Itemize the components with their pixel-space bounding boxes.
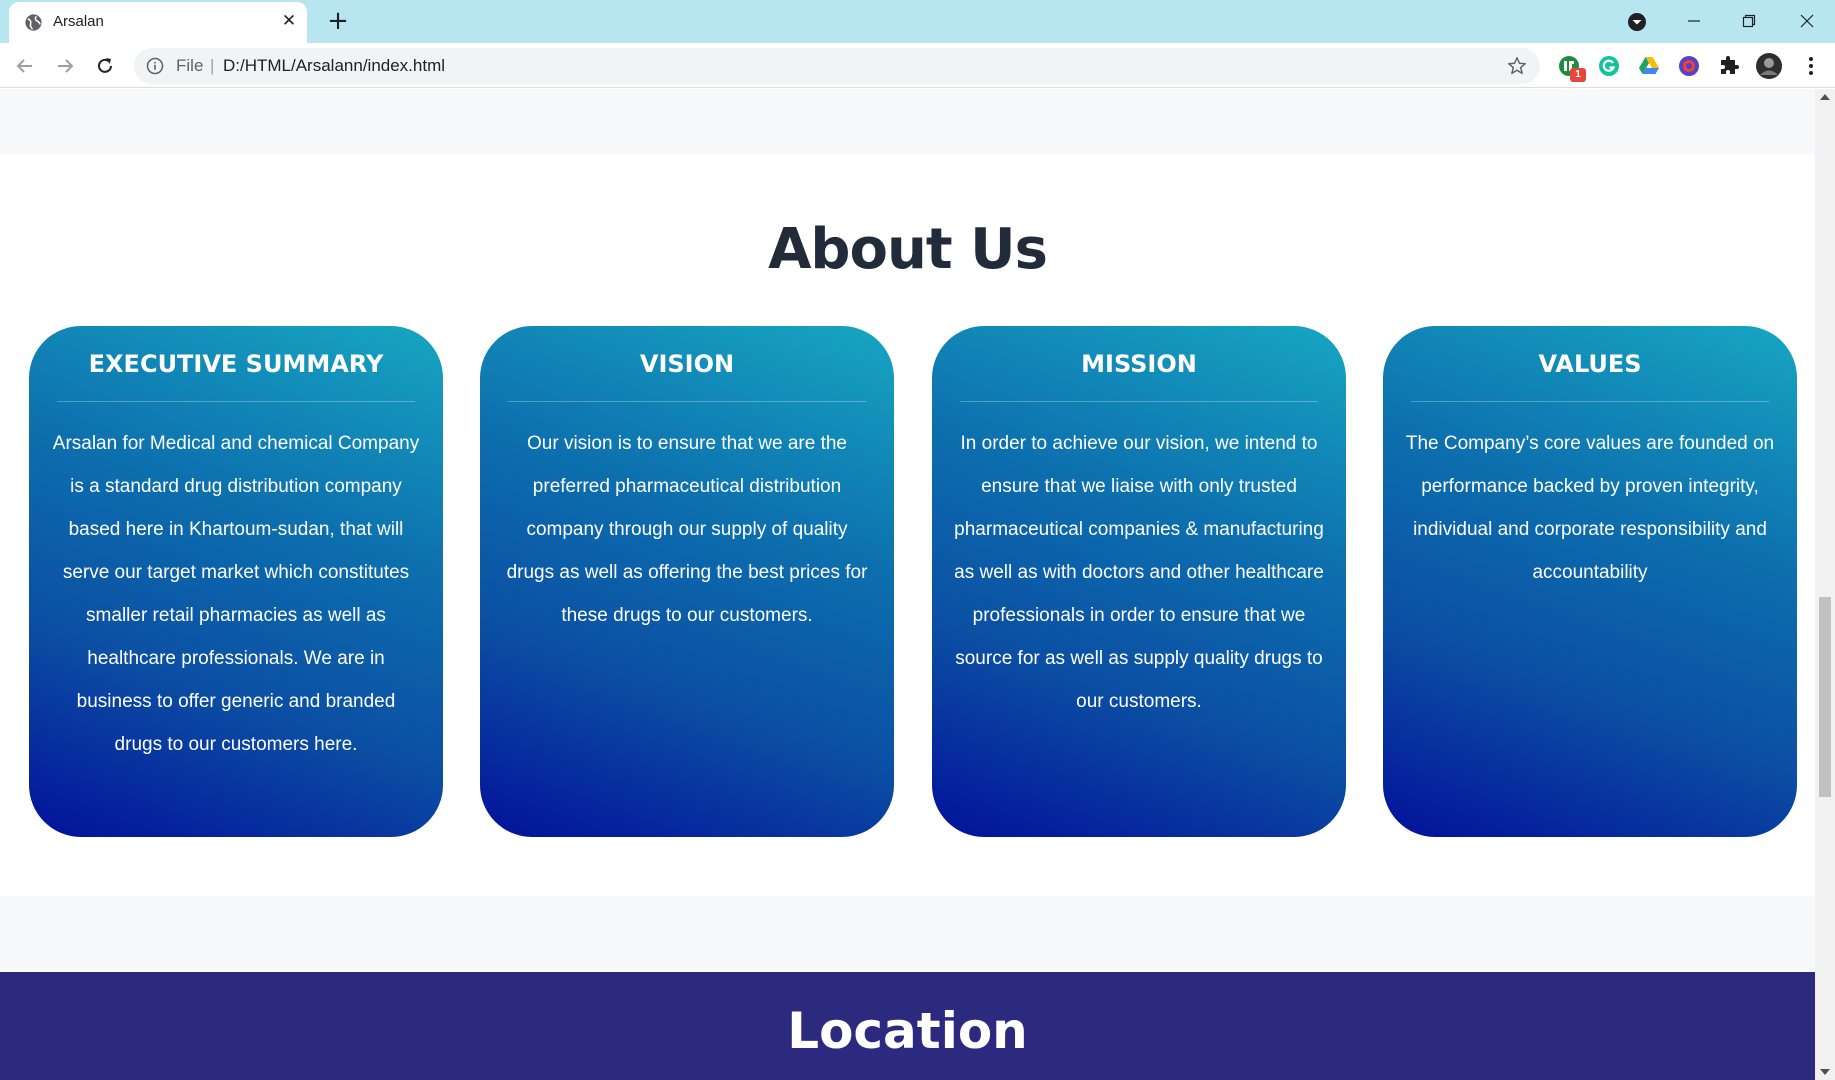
forward-icon[interactable]: [51, 52, 79, 80]
scroll-down-icon[interactable]: [1820, 1069, 1830, 1075]
minimize-icon[interactable]: [1671, 4, 1717, 38]
tab-title: Arsalan: [53, 13, 104, 30]
divider: [1411, 401, 1769, 402]
puzzle-icon[interactable]: [1717, 54, 1741, 78]
grammarly-icon[interactable]: [1597, 54, 1621, 78]
card-executive-summary: EXECUTIVE SUMMARY Arsalan for Medical an…: [29, 326, 443, 837]
page-viewport: About Us EXECUTIVE SUMMARY Arsalan for M…: [0, 89, 1815, 1080]
card-text: In order to achieve our vision, we inten…: [954, 433, 1324, 712]
avatar[interactable]: [1755, 52, 1783, 80]
globe-icon: [25, 14, 42, 31]
extension-badge: 1: [1570, 68, 1586, 82]
drive-icon[interactable]: [1637, 54, 1661, 78]
scroll-up-icon[interactable]: [1820, 94, 1830, 100]
browser-tab-strip: Arsalan ✕ +: [0, 0, 1835, 43]
location-title: Location: [787, 1002, 1028, 1060]
divider: [960, 401, 1318, 402]
section-spacer: [0, 896, 1815, 972]
reload-icon[interactable]: [91, 52, 119, 80]
url-separator: |: [210, 56, 215, 75]
kebab-menu-icon[interactable]: [1799, 54, 1823, 78]
location-section: Location: [0, 972, 1815, 1080]
card-title: VALUES: [1538, 350, 1642, 378]
card-text: Arsalan for Medical and chemical Company…: [52, 433, 420, 755]
page-scrollbar[interactable]: [1815, 89, 1835, 1080]
info-icon[interactable]: [146, 57, 164, 75]
profile-dropdown-icon[interactable]: [1625, 10, 1649, 34]
divider: [508, 401, 866, 402]
url-scheme: File: [176, 56, 204, 75]
window-close-icon[interactable]: [1784, 4, 1830, 38]
plus-icon[interactable]: +: [323, 6, 353, 36]
address-bar[interactable]: File | D:/HTML/Arsalann/index.html: [134, 48, 1540, 84]
browser-tab[interactable]: Arsalan ✕: [9, 2, 307, 43]
extension-icon[interactable]: [1677, 54, 1701, 78]
url-text[interactable]: D:/HTML/Arsalann/index.html: [223, 56, 445, 76]
card-vision: VISION Our vision is to ensure that we a…: [480, 326, 894, 837]
card-title: EXECUTIVE SUMMARY: [88, 350, 384, 378]
about-title: About Us: [768, 217, 1048, 282]
close-icon[interactable]: ✕: [277, 9, 301, 33]
restore-icon[interactable]: [1726, 4, 1772, 38]
back-icon[interactable]: [11, 52, 39, 80]
card-text: The Company’s core values are founded on…: [1405, 433, 1775, 583]
card-mission: MISSION In order to achieve our vision, …: [932, 326, 1346, 837]
card-title: MISSION: [1081, 350, 1197, 378]
browser-toolbar: File | D:/HTML/Arsalann/index.html 1: [0, 43, 1835, 88]
star-icon[interactable]: [1506, 55, 1528, 77]
previous-section: [0, 89, 1815, 155]
scrollbar-thumb[interactable]: [1819, 597, 1831, 797]
card-text: Our vision is to ensure that we are the …: [506, 433, 868, 626]
card-values: VALUES The Company’s core values are fou…: [1383, 326, 1797, 837]
card-title: VISION: [639, 350, 735, 378]
divider: [57, 401, 415, 402]
